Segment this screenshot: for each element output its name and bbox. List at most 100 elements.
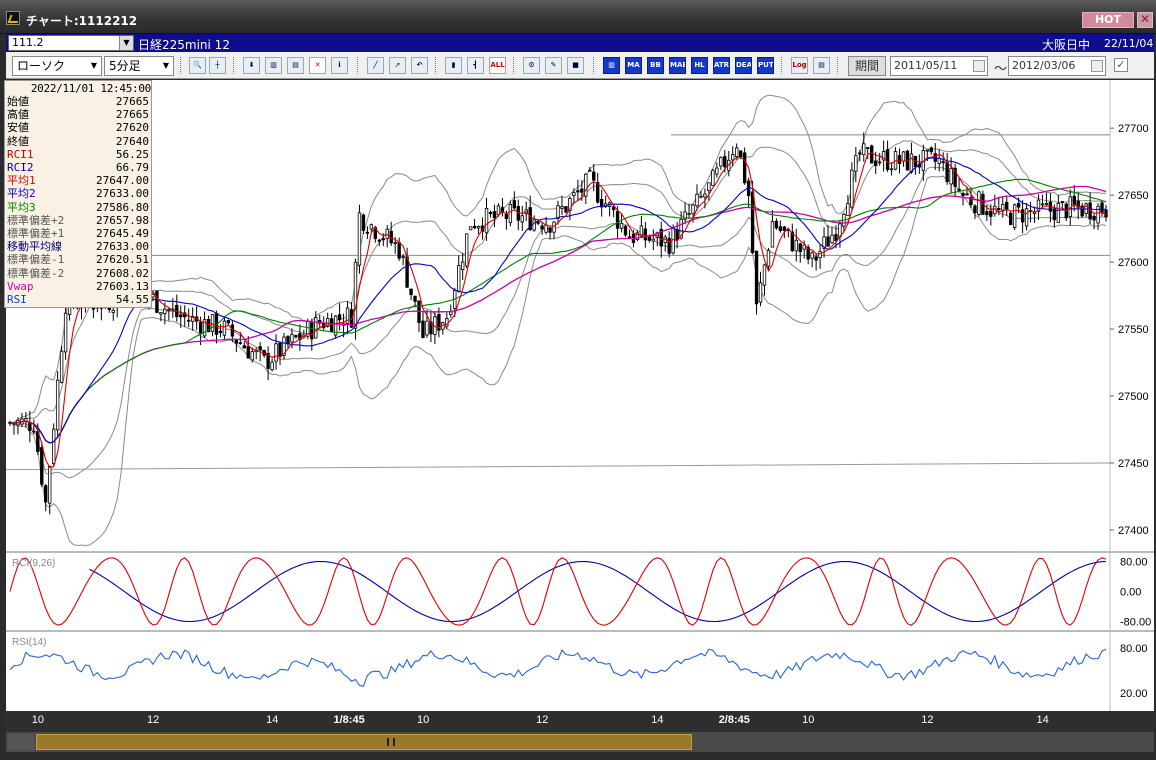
candle-body	[691, 204, 695, 214]
delete-chart-icon[interactable]: ✕	[309, 57, 326, 74]
candle-body	[762, 264, 767, 286]
data-row-value: 54.55	[115, 293, 149, 306]
color-palette-icon[interactable]: ■	[567, 57, 584, 74]
zoom-icon[interactable]: 🔍	[189, 57, 206, 74]
bollinger-band-line	[9, 175, 1107, 547]
candle-body	[643, 228, 648, 241]
data-timestamp: 2022/11/01 12:45:00	[30, 82, 151, 95]
date-from-value: 2011/05/11	[894, 59, 958, 72]
chart-type-select[interactable]: ローソク ▼	[12, 56, 102, 76]
candle-body	[866, 147, 870, 149]
bar-chart-icon[interactable]: ▥	[265, 57, 282, 74]
symbol-code-select[interactable]: 111.2 ▼	[8, 35, 134, 51]
scroll-thumb[interactable]	[36, 734, 692, 750]
candle-body	[596, 182, 600, 203]
vwap-line	[9, 185, 1107, 444]
print-icon[interactable]: ▤	[813, 57, 830, 74]
candle-body	[222, 320, 227, 336]
candle-body	[584, 173, 588, 197]
data-row-label: 高値	[7, 108, 29, 122]
ohlc-icon[interactable]: ┫	[467, 57, 484, 74]
price-tick-label: 27500	[1118, 391, 1149, 403]
date-to-field[interactable]: 2012/03/06	[1008, 56, 1106, 76]
put-button[interactable]: PUT	[757, 57, 774, 74]
candle-body	[588, 169, 592, 172]
period-checkbox[interactable]: ✓	[1114, 58, 1128, 72]
timeframe-select[interactable]: 5分足 ▼	[104, 56, 174, 76]
candle-body	[770, 221, 775, 248]
period-button[interactable]: 期間	[848, 56, 886, 76]
candle-icon[interactable]: ▮	[445, 57, 462, 74]
pointer-icon[interactable]: ➚	[389, 57, 406, 74]
date-from-field[interactable]: 2011/05/11	[890, 56, 988, 76]
brush-icon[interactable]: ✎	[545, 57, 562, 74]
candle-body	[715, 167, 719, 175]
chevron-down-icon[interactable]: ▼	[119, 36, 133, 50]
candle-body	[179, 314, 183, 318]
candle-body	[329, 318, 334, 333]
info-icon[interactable]: i	[331, 57, 348, 74]
candle-body	[377, 239, 381, 242]
calendar-icon[interactable]	[1091, 60, 1103, 72]
toolbar-divider	[593, 57, 596, 74]
candle-body	[369, 224, 374, 230]
candle-body	[1012, 204, 1017, 228]
all-button[interactable]: ALL	[489, 57, 506, 74]
data-row: 高値 27665	[7, 108, 151, 121]
candle-body	[862, 143, 866, 156]
mae-button[interactable]: MAE	[669, 57, 686, 74]
hl-button[interactable]: HL	[691, 57, 708, 74]
volume-icon[interactable]: ▥	[603, 57, 620, 74]
candle-body	[508, 203, 513, 223]
candle-body	[520, 215, 524, 223]
undo-icon[interactable]: ↶	[411, 57, 428, 74]
candle-body	[731, 154, 735, 161]
candle-body	[492, 211, 497, 219]
trendline-icon[interactable]: ╱	[367, 57, 384, 74]
candle-body	[274, 343, 278, 362]
ma-button[interactable]: MA	[625, 57, 642, 74]
scroll-left-area[interactable]	[8, 734, 34, 750]
candle-body	[846, 203, 850, 217]
chart-canvas[interactable]: 27700 27650 27600 27550 27500 27450 27400 RCI(9…	[6, 80, 1154, 711]
symbol-bar: 111.2 ▼ 日経225mini 12 大阪日中 22/11/04	[6, 34, 1154, 52]
chevron-down-icon[interactable]: ▼	[159, 57, 173, 75]
price-tick-label: 27550	[1118, 324, 1149, 336]
candle-chart-icon[interactable]: ▤	[287, 57, 304, 74]
dea-button[interactable]: DEA	[735, 57, 752, 74]
crosshair-icon[interactable]: ┼	[209, 57, 226, 74]
data-row-value: 27657.98	[96, 213, 149, 227]
hot-button[interactable]: HOT	[1082, 12, 1134, 28]
candle-body	[381, 238, 385, 241]
settings-icon[interactable]: ⚙	[523, 57, 540, 74]
candle-body	[1024, 208, 1029, 227]
time-scrollbar[interactable]	[6, 732, 1154, 752]
candle-body	[719, 157, 723, 167]
close-button[interactable]: ✕	[1137, 12, 1153, 28]
download-icon[interactable]: ⬇	[243, 57, 260, 74]
candle-body	[945, 162, 949, 182]
data-row-label: 終値	[7, 134, 29, 148]
calendar-icon[interactable]	[973, 60, 985, 72]
candle-body	[580, 188, 584, 193]
candle-body	[397, 242, 401, 259]
chevron-down-icon[interactable]: ▼	[87, 57, 101, 75]
data-row: 標準偏差-2 27608.02	[7, 267, 151, 280]
candle-body	[357, 212, 362, 266]
candle-body	[973, 205, 977, 214]
time-axis-label: 14	[651, 714, 664, 726]
candle-body	[234, 339, 239, 344]
chart-area[interactable]: 27700 27650 27600 27550 27500 27450 27400 RCI(9…	[6, 80, 1154, 711]
candle-body	[735, 147, 739, 157]
data-row: RCI1 56.25	[7, 148, 151, 161]
candle-body	[711, 169, 715, 186]
candle-body	[51, 428, 56, 464]
candle-body	[870, 145, 874, 164]
candle-body	[484, 208, 489, 234]
atr-button[interactable]: ATR	[713, 57, 730, 74]
candle-body	[464, 233, 469, 267]
log-button[interactable]: Log	[791, 57, 808, 74]
data-row-value: 27620.51	[96, 253, 149, 267]
candle-body	[933, 153, 937, 162]
bb-button[interactable]: BB	[647, 57, 664, 74]
